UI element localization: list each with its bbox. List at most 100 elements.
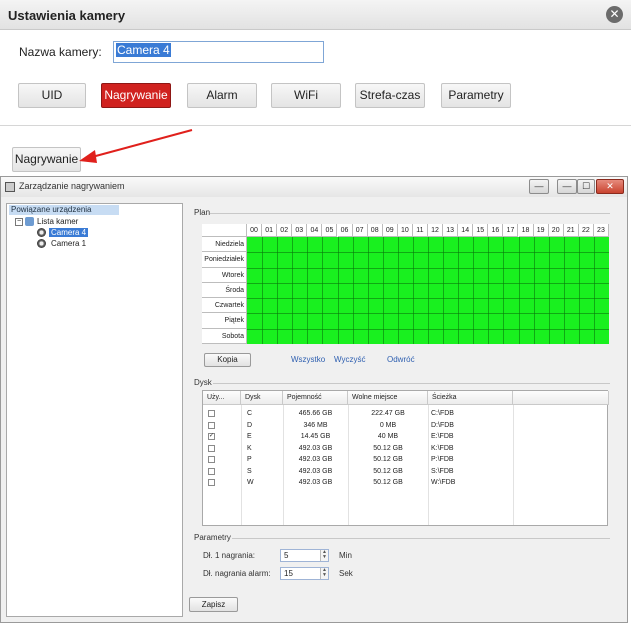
window-title: Zarządzanie nagrywaniem [19, 181, 125, 191]
day-label[interactable]: Poniedziałek [202, 252, 247, 268]
hour-header[interactable]: 20 [548, 224, 564, 237]
close-icon[interactable]: ✕ [606, 6, 623, 23]
schedule-grid[interactable]: 00 01 02 03 04 05 06 07 08 09 10 11 12 13 14 15 16 17 18 19… [202, 224, 609, 344]
column-header[interactable]: Wolne miejsce [348, 391, 428, 405]
column-header[interactable]: Dysk [241, 391, 283, 405]
minimize-icon[interactable]: — [557, 179, 577, 194]
day-label[interactable]: Niedziela [202, 237, 247, 253]
disk-capacity-cell: 492.03 GB [298, 467, 333, 475]
tree-item-camera-4[interactable]: Camera 4 [49, 228, 89, 237]
hour-header[interactable]: 16 [488, 224, 504, 237]
column-header[interactable]: Pojemność [283, 391, 348, 405]
disk-free-cell: 222.47 GB [371, 410, 405, 417]
hour-header[interactable]: 18 [518, 224, 534, 237]
disk-path-cell: E:\FDB [431, 433, 454, 440]
disk-drive-cell: K [247, 444, 252, 452]
grid-line [247, 313, 609, 315]
camera-name-input[interactable]: Camera 4 [113, 41, 324, 63]
use-disk-checkbox[interactable] [208, 467, 215, 475]
disk-free-cell: 0 MB [379, 421, 397, 429]
disk-capacity-cell: 346 MB [303, 421, 328, 429]
tab-strefa-czas[interactable]: Strefa-czas [355, 83, 425, 108]
camera-name-value: Camera 4 [116, 43, 171, 57]
tree-camera-list[interactable]: Lista kamer [37, 217, 78, 226]
use-disk-checkbox[interactable] [208, 410, 215, 417]
invert-link[interactable]: Odwróć [387, 355, 415, 364]
device-tree: Powiązane urządzenia − Lista kamer Camer… [6, 203, 183, 617]
select-all-link[interactable]: Wszystko [291, 355, 325, 364]
hour-header[interactable]: 03 [292, 224, 308, 237]
maximize-icon[interactable]: ☐ [577, 179, 595, 194]
hour-header[interactable]: 23 [593, 224, 609, 237]
hour-header[interactable]: 17 [503, 224, 519, 237]
stepper-arrows-icon[interactable]: ▲ ▼ [320, 550, 328, 561]
record-button[interactable]: Nagrywanie [12, 147, 81, 172]
hour-header[interactable]: 06 [337, 224, 353, 237]
tree-root[interactable]: Powiązane urządzenia [9, 205, 119, 215]
day-label[interactable]: Sobota [202, 328, 247, 344]
params-group-label: Parametry [194, 533, 231, 542]
clear-link[interactable]: Wyczyść [334, 355, 365, 364]
minimize-icon[interactable]: — [529, 179, 549, 194]
alarm-length-stepper[interactable]: 15 ▲ ▼ [280, 567, 329, 580]
disk-free-cell: 50.12 GB [373, 456, 403, 463]
group-divider [232, 538, 610, 539]
hour-header[interactable]: 04 [307, 224, 323, 237]
hour-header[interactable]: 12 [428, 224, 444, 237]
record-length-stepper[interactable]: 5 ▲ ▼ [280, 549, 329, 562]
tab-parametry[interactable]: Parametry [441, 83, 511, 108]
hour-header[interactable]: 02 [277, 224, 293, 237]
use-disk-checkbox[interactable] [208, 479, 215, 486]
hour-header[interactable]: 15 [473, 224, 489, 237]
disk-capacity-cell: 492.03 GB [298, 479, 333, 486]
hour-header[interactable]: 22 [578, 224, 594, 237]
grid-line [247, 328, 609, 330]
hour-header[interactable]: 08 [367, 224, 383, 237]
hour-header[interactable]: 11 [412, 224, 428, 237]
hour-header[interactable]: 01 [262, 224, 278, 237]
hour-header[interactable]: 00 [247, 224, 263, 237]
use-disk-checkbox[interactable] [208, 456, 215, 463]
use-disk-checkbox[interactable] [208, 421, 215, 429]
hour-header[interactable]: 05 [322, 224, 338, 237]
disk-drive-cell: S [247, 467, 252, 475]
hour-header[interactable]: 10 [397, 224, 413, 237]
tab-alarm[interactable]: Alarm [187, 83, 257, 108]
tree-item-camera-1[interactable]: Camera 1 [51, 239, 86, 248]
tab-uid[interactable]: UID [18, 83, 86, 108]
tree-expand-icon[interactable]: − [15, 218, 23, 226]
group-divider [210, 213, 610, 214]
grid-line [247, 298, 609, 300]
group-divider [213, 383, 610, 384]
save-button[interactable]: Zapisz [189, 597, 238, 612]
hour-header[interactable]: 19 [533, 224, 549, 237]
recording-manager-window: Zarządzanie nagrywaniem — — ☐ ✕ Powiązan… [0, 176, 628, 623]
day-label[interactable]: Czwartek [202, 298, 247, 314]
alarm-length-unit: Sek [339, 569, 353, 578]
column-divider [241, 405, 242, 525]
column-header[interactable]: Ścieżka [428, 391, 513, 405]
day-label[interactable]: Wtorek [202, 267, 247, 283]
hour-header[interactable]: 09 [382, 224, 398, 237]
dialog-title: Ustawienia kamery [8, 8, 126, 23]
hour-header[interactable]: 21 [563, 224, 579, 237]
tab-nagrywanie[interactable]: Nagrywanie [101, 83, 171, 108]
day-label[interactable]: Piątek [202, 313, 247, 329]
hour-header[interactable]: 14 [458, 224, 474, 237]
column-header[interactable]: Uży... [203, 391, 241, 405]
schedule-corner [202, 224, 247, 237]
hour-header[interactable]: 07 [352, 224, 368, 237]
alarm-length-value: 15 [284, 569, 293, 578]
disk-path-cell: D:\FDB [431, 421, 454, 429]
disk-path-cell: S:\FDB [431, 467, 454, 475]
schedule-cells[interactable] [247, 237, 609, 344]
day-label[interactable]: Środa [202, 282, 247, 299]
disk-path-cell: K:\FDB [431, 444, 454, 452]
stepper-arrows-icon[interactable]: ▲ ▼ [320, 568, 328, 579]
use-disk-checkbox[interactable] [208, 444, 215, 452]
copy-button[interactable]: Kopia [204, 353, 251, 367]
tab-wifi[interactable]: WiFi [271, 83, 341, 108]
use-disk-checkbox[interactable]: ✓ [208, 433, 215, 440]
window-close-icon[interactable]: ✕ [596, 179, 624, 194]
hour-header[interactable]: 13 [443, 224, 459, 237]
